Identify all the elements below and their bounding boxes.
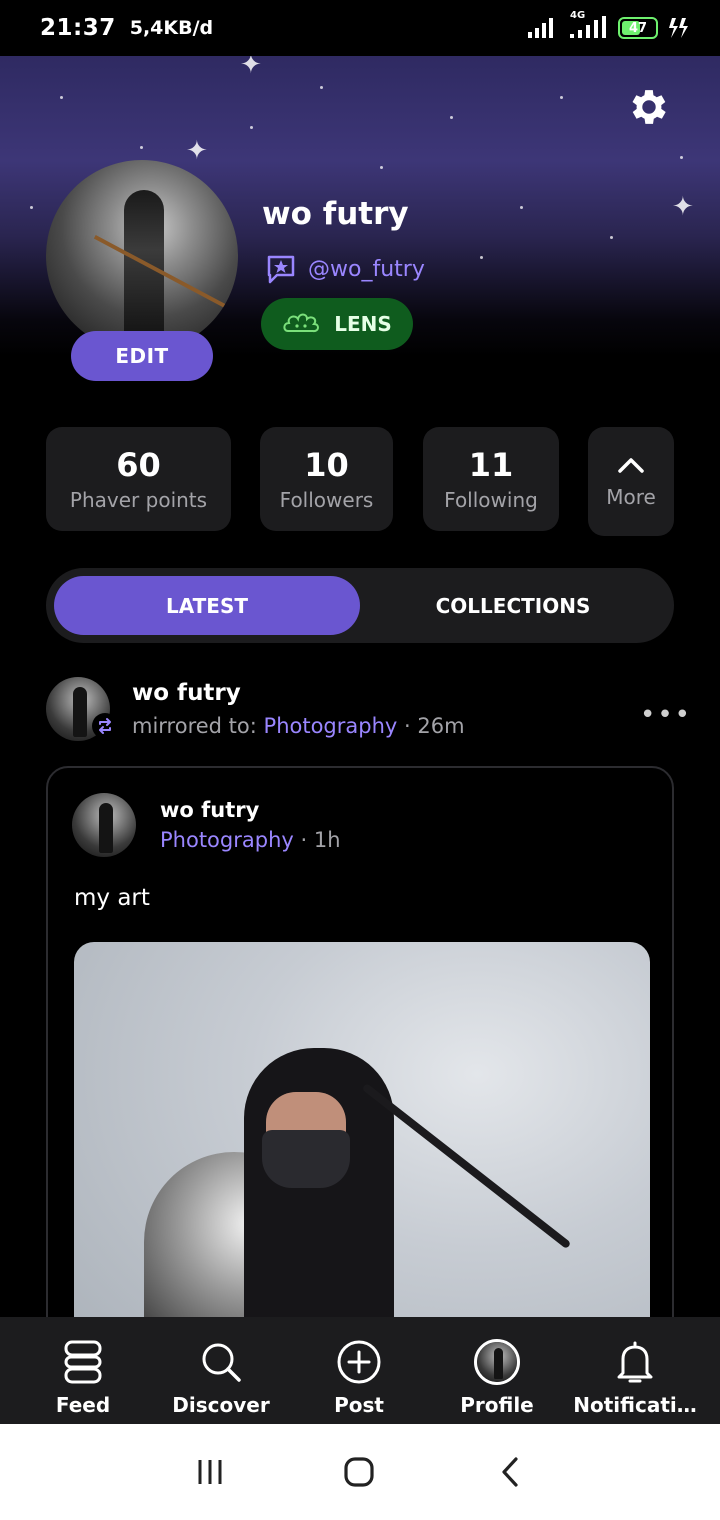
inner-post-time: 1h (313, 828, 341, 852)
edit-profile-button[interactable]: EDIT (71, 331, 213, 381)
bell-icon (612, 1339, 658, 1385)
nav-discover[interactable]: Discover (149, 1317, 293, 1424)
tab-latest[interactable]: LATEST (54, 576, 360, 635)
lens-badge-label: LENS (334, 312, 392, 336)
battery-icon: 47 (618, 17, 658, 39)
status-icons: 4G 47 (526, 10, 690, 42)
inner-post-meta: Photography · 1h (160, 828, 341, 852)
nav-notifications[interactable]: Notificati… (563, 1317, 707, 1424)
sparkle-decoration: ✦ (240, 56, 262, 80)
nav-label: Post (334, 1393, 384, 1417)
status-bar: 21:37 5,4KB/d 4G 47 (0, 0, 720, 56)
gear-icon[interactable] (626, 84, 672, 130)
lens-badge[interactable]: LENS (261, 298, 413, 350)
post-text: my art (74, 885, 150, 911)
nav-label: Discover (172, 1393, 270, 1417)
battery-level: 47 (628, 20, 648, 36)
stat-value: 10 (304, 446, 349, 484)
signal-4g-icon: 4G (568, 10, 608, 42)
mirror-target-link[interactable]: Photography (264, 714, 398, 738)
signal-icon (528, 18, 553, 38)
stat-label: Followers (279, 488, 374, 512)
avatar-icon (474, 1339, 520, 1385)
network-speed: 5,4KB/d (129, 17, 214, 39)
stat-following[interactable]: 11 Following (423, 427, 559, 531)
meta-separator: · (404, 714, 411, 738)
inner-author-avatar[interactable] (72, 793, 136, 857)
sparkle-decoration: ✦ (186, 136, 208, 166)
profile-handle-row[interactable]: @wo_futry (264, 252, 425, 286)
nav-label: Notificati… (573, 1393, 697, 1417)
stat-value: 11 (468, 446, 514, 484)
feed-icon (60, 1339, 106, 1385)
chevron-up-icon (618, 457, 644, 473)
mirror-icon (92, 713, 118, 739)
inner-author-name[interactable]: wo futry (160, 798, 259, 822)
mirrored-post-card[interactable]: wo futry Photography · 1h my art (46, 766, 674, 1386)
home-icon[interactable] (339, 1452, 379, 1492)
post-author-name[interactable]: wo futry (132, 680, 241, 706)
recent-apps-icon[interactable] (190, 1452, 230, 1492)
meta-separator: · (300, 828, 308, 852)
bottom-navigation: Feed Discover Post Profile Notificati… (0, 1317, 720, 1424)
profile-avatar[interactable] (46, 160, 238, 352)
more-label: More (606, 484, 656, 509)
mirror-prefix: mirrored to: (132, 714, 257, 738)
more-button[interactable]: More (588, 427, 674, 536)
lens-logo-icon (283, 313, 320, 333)
post-meta: mirrored to: Photography · 26m (132, 714, 465, 738)
inner-community-link[interactable]: Photography (160, 828, 294, 852)
nav-feed[interactable]: Feed (11, 1317, 155, 1424)
system-navigation-bar (0, 1424, 720, 1520)
nav-post[interactable]: Post (287, 1317, 431, 1424)
stat-followers[interactable]: 10 Followers (260, 427, 393, 531)
stat-label: Following (444, 488, 538, 512)
charging-icon (669, 18, 688, 38)
plus-circle-icon (336, 1339, 382, 1385)
sparkle-decoration: ✦ (672, 192, 694, 222)
stat-value: 60 (116, 446, 161, 484)
status-time: 21:37 (40, 15, 116, 41)
post-options-icon[interactable]: ••• (640, 700, 692, 730)
profile-handle: @wo_futry (308, 256, 425, 282)
back-icon[interactable] (490, 1452, 530, 1492)
lens-handle-icon (267, 255, 295, 284)
feed-tabs: LATEST COLLECTIONS (46, 568, 674, 643)
post-image[interactable] (74, 942, 650, 1382)
tab-collections[interactable]: COLLECTIONS (360, 576, 666, 635)
stat-label: Phaver points (69, 488, 208, 512)
stat-phaver-points[interactable]: 60 Phaver points (46, 427, 231, 531)
post-time: 26m (417, 714, 465, 738)
nav-label: Feed (55, 1393, 111, 1417)
nav-profile[interactable]: Profile (425, 1317, 569, 1424)
profile-name: wo futry (262, 196, 409, 232)
nav-label: Profile (460, 1393, 534, 1417)
search-icon (198, 1339, 244, 1385)
